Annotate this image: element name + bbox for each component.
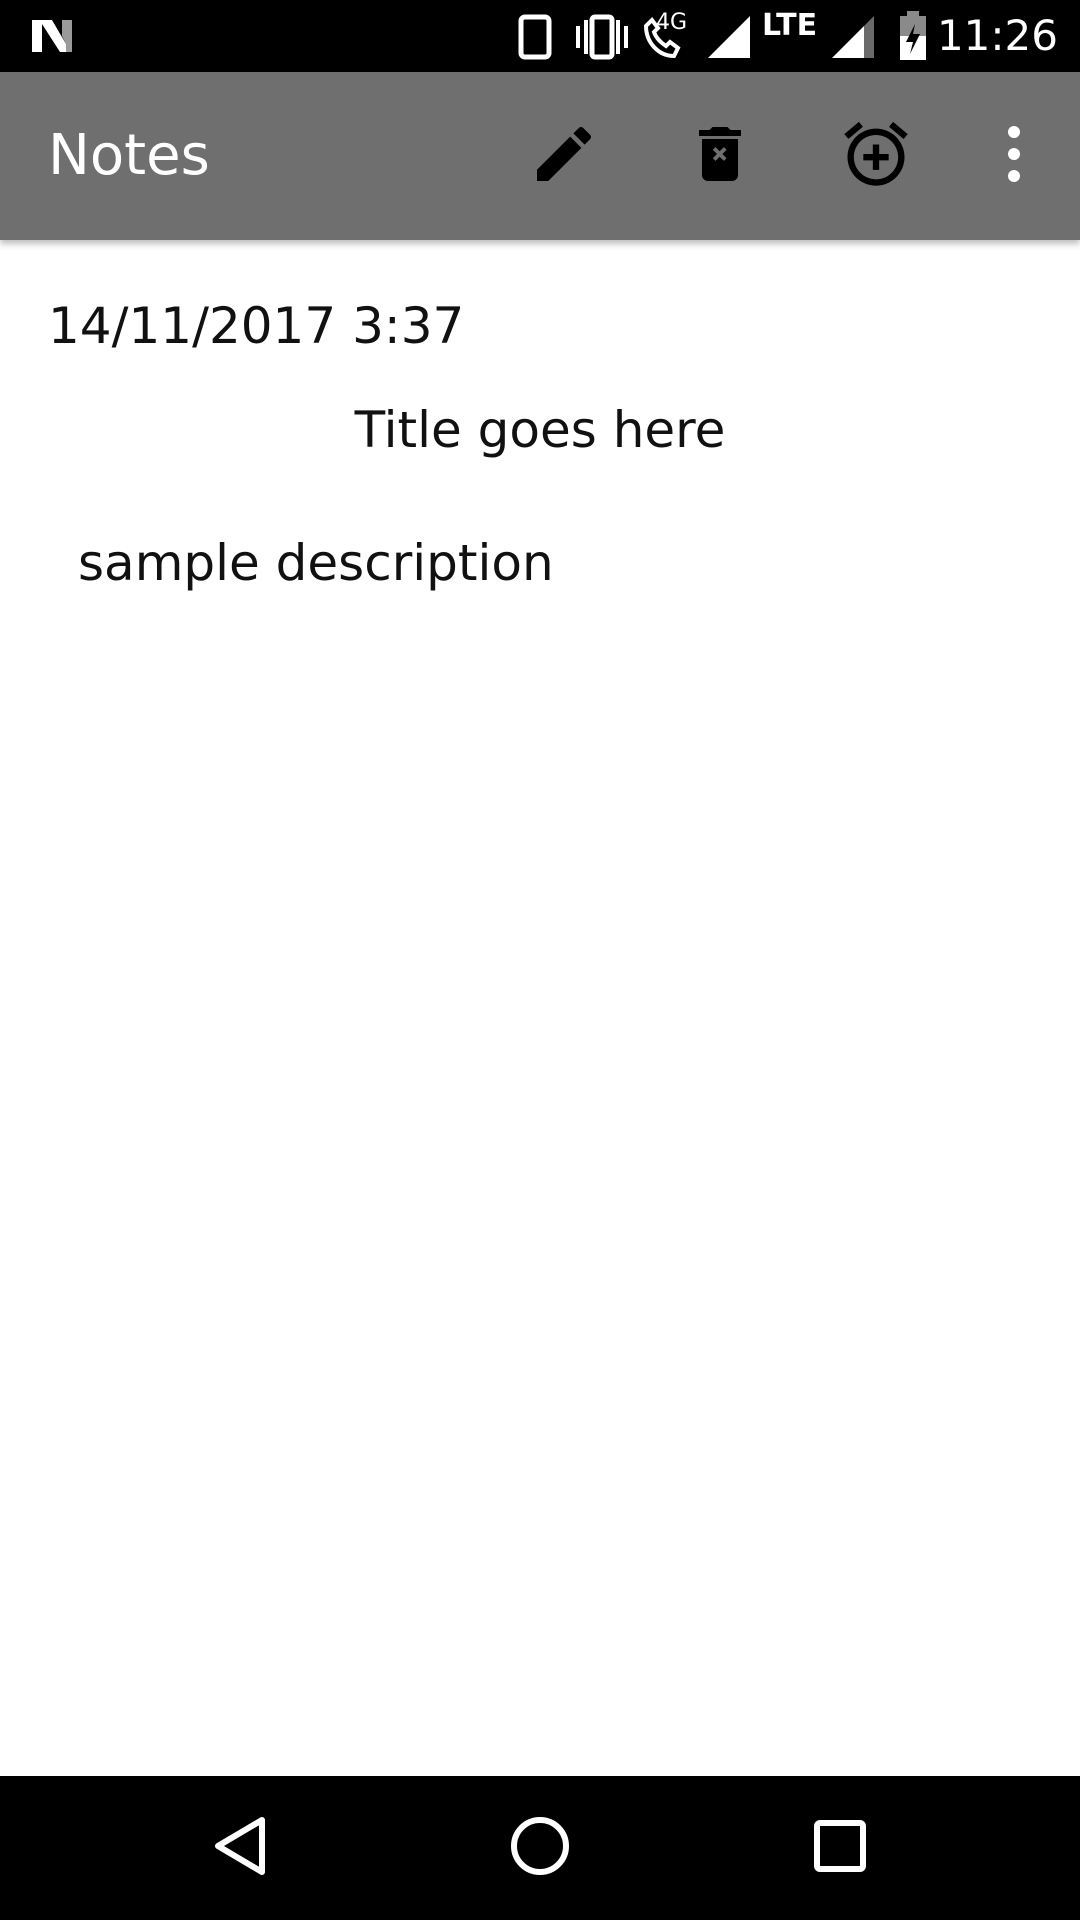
lte-signal-icon [830, 14, 876, 64]
edit-icon [528, 118, 600, 194]
delete-button[interactable] [680, 116, 760, 196]
delete-icon [684, 118, 756, 194]
back-icon [210, 1814, 270, 1882]
phone-outline-icon [518, 14, 552, 64]
add-alarm-icon [838, 116, 914, 196]
battery-charging-icon [898, 10, 928, 66]
home-button[interactable] [500, 1808, 580, 1888]
note-date: 14/11/2017 3:37 [48, 297, 465, 355]
more-vert-icon [1002, 124, 1026, 188]
status-bar: 4G LTE 11:26 [0, 0, 1080, 72]
n-logo-icon [30, 18, 74, 58]
note-content: 14/11/2017 3:37 Title goes here sample d… [0, 240, 1080, 1776]
home-icon [508, 1814, 572, 1882]
vibrate-icon [574, 14, 630, 64]
note-title: Title goes here [354, 401, 726, 459]
app-title: Notes [48, 123, 210, 188]
more-options-button[interactable] [974, 116, 1054, 196]
signal-icon [706, 14, 752, 64]
navigation-bar [0, 1776, 1080, 1920]
recents-button[interactable] [800, 1808, 880, 1888]
app-bar: Notes [0, 72, 1080, 240]
status-time: 11:26 [936, 11, 1058, 60]
add-alarm-button[interactable] [836, 116, 916, 196]
edit-button[interactable] [524, 116, 604, 196]
back-button[interactable] [200, 1808, 280, 1888]
call-network-label: 4G [656, 10, 688, 35]
note-description: sample description [78, 534, 554, 592]
recents-icon [812, 1818, 868, 1878]
lte-label: LTE [762, 8, 818, 43]
